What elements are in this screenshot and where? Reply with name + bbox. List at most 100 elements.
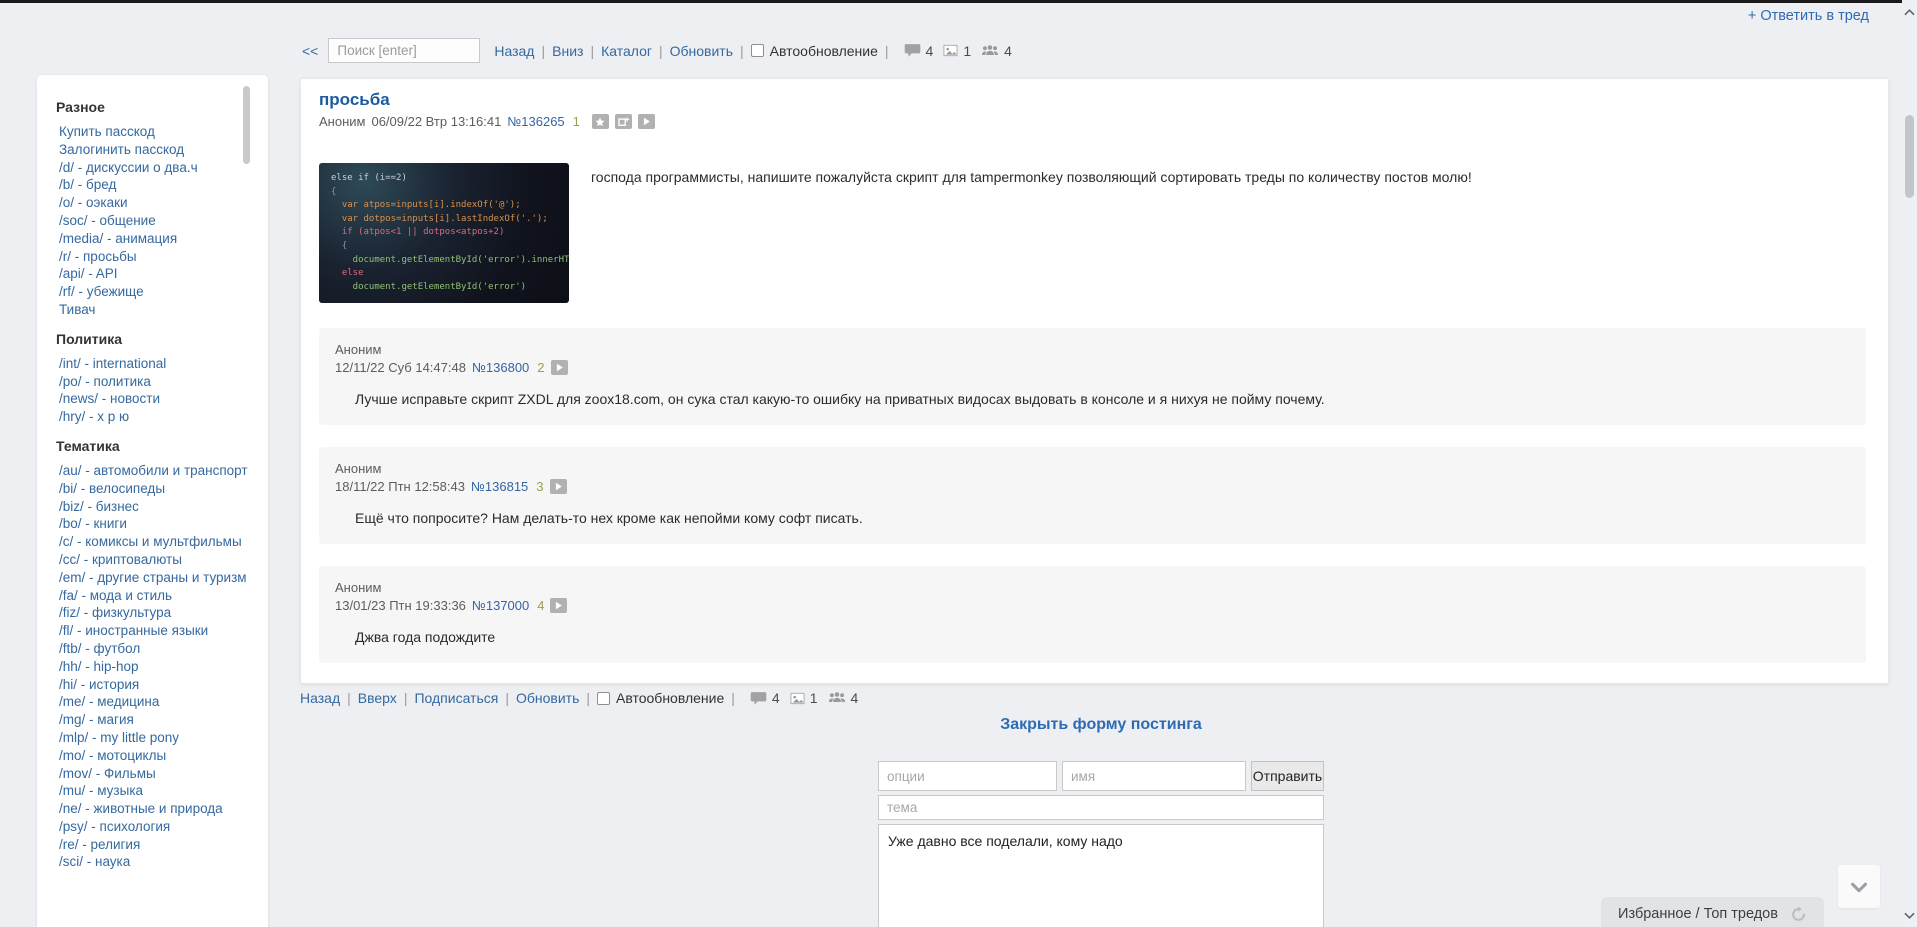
- reply-post-header: 18/11/22 Птн 12:58:43 №136815 3: [335, 477, 1850, 496]
- sidebar-board-link[interactable]: /fa/ - мода и стиль: [56, 587, 248, 605]
- reply-post: Аноним 13/01/23 Птн 19:33:36 №137000 4 Д…: [319, 566, 1866, 663]
- posts-count: 4: [925, 42, 934, 59]
- sidebar-board-link[interactable]: /b/ - бред: [56, 176, 248, 194]
- sidebar-board-link[interactable]: /mo/ - мотоциклы: [56, 747, 248, 765]
- sidebar-board-link[interactable]: /mg/ - магия: [56, 711, 248, 729]
- sidebar-board-link[interactable]: /api/ - API: [56, 265, 248, 283]
- sidebar-scrollbar-thumb[interactable]: [243, 86, 250, 164]
- sidebar-section: Тематика /au/ - автомобили и транспорт /…: [56, 438, 248, 871]
- post-number-link[interactable]: №137000: [472, 596, 529, 615]
- sidebar-board-link[interactable]: /hry/ - х р ю: [56, 408, 248, 426]
- post-date: 06/09/22 Втр 13:16:41: [371, 114, 502, 129]
- sidebar-board-link[interactable]: /bo/ - книги: [56, 515, 248, 533]
- sidebar-board-link[interactable]: /au/ - автомобили и транспорт: [56, 462, 248, 480]
- bottom-link-back[interactable]: Назад: [300, 690, 340, 706]
- expand-post-button[interactable]: [550, 360, 568, 375]
- sidebar-board-link[interactable]: /mu/ - музыка: [56, 782, 248, 800]
- comment-textarea[interactable]: Уже давно все поделали, кому надо: [878, 824, 1324, 927]
- sidebar-board-link[interactable]: /mlp/ - my little pony: [56, 729, 248, 747]
- favorite-star-button[interactable]: [591, 114, 609, 129]
- sidebar-board-link[interactable]: /hh/ - hip-hop: [56, 658, 248, 676]
- sidebar-board-link[interactable]: /news/ - новости: [56, 390, 248, 408]
- sidebar-board-link[interactable]: /cc/ - криптовалюты: [56, 551, 248, 569]
- bottom-link-refresh[interactable]: Обновить: [516, 690, 579, 706]
- page-scrollbar-thumb[interactable]: [1905, 115, 1914, 198]
- thread-stats: 4 1 4: [750, 690, 863, 706]
- sidebar-board-link[interactable]: /sci/ - наука: [56, 853, 248, 871]
- play-icon: [643, 117, 650, 126]
- chevron-down-icon: [1851, 882, 1867, 892]
- thread-title: просьба: [319, 90, 390, 109]
- favorites-top-threads-bar[interactable]: Избранное / Топ тредов: [1601, 897, 1824, 927]
- name-field[interactable]: [1062, 761, 1246, 791]
- toolbar-link-catalog[interactable]: Каталог: [601, 43, 652, 59]
- sidebar-board-link[interactable]: /fl/ - иностранные языки: [56, 622, 248, 640]
- toolbar-link-back[interactable]: Назад: [494, 43, 534, 59]
- thread-bottom-bar: Назад | Вверх | Подписаться | Обновить |…: [300, 690, 863, 706]
- sidebar-board-link[interactable]: /ne/ - животные и природа: [56, 800, 248, 818]
- op-image-thumbnail[interactable]: else if (i==2) { var atpos=inputs[i].ind…: [319, 163, 569, 303]
- reply-to-thread-link[interactable]: + Ответить в тред: [1748, 8, 1869, 24]
- separator: |: [347, 690, 351, 706]
- close-posting-form-link[interactable]: Закрыть форму постинга: [878, 716, 1324, 734]
- sidebar-board-link[interactable]: /c/ - комиксы и мультфильмы: [56, 533, 248, 551]
- collapse-search-link[interactable]: <<: [302, 43, 318, 59]
- post-text: господа программисты, напишите пожалуйст…: [591, 169, 1472, 185]
- scroll-to-bottom-button[interactable]: [1838, 865, 1880, 908]
- sidebar-board-link[interactable]: /em/ - другие страны и туризм: [56, 569, 248, 587]
- expand-post-button[interactable]: [549, 479, 567, 494]
- expand-post-button[interactable]: [637, 114, 655, 129]
- sidebar-board-link[interactable]: /biz/ - бизнес: [56, 498, 248, 516]
- op-post-header: Аноним 06/09/22 Втр 13:16:41 №136265 1: [319, 114, 1866, 129]
- op-post-body: else if (i==2) { var atpos=inputs[i].ind…: [319, 163, 1866, 303]
- post-author: Аноним: [335, 342, 382, 357]
- search-input[interactable]: [328, 38, 481, 63]
- sidebar-board-link[interactable]: /int/ - international: [56, 355, 248, 373]
- separator: |: [658, 42, 663, 59]
- hide-post-button[interactable]: [614, 114, 632, 129]
- sidebar-board-link[interactable]: /me/ - медицина: [56, 693, 248, 711]
- bottom-link-up[interactable]: Вверх: [358, 690, 397, 706]
- sidebar-board-link[interactable]: /d/ - дискуссии о два.ч: [56, 159, 248, 177]
- toolbar-link-refresh[interactable]: Обновить: [670, 43, 733, 59]
- post-number-link[interactable]: №136800: [472, 358, 529, 377]
- autoupdate-checkbox[interactable]: [750, 44, 764, 57]
- scroll-down-arrow[interactable]: [1902, 907, 1917, 924]
- code-line: document.getElementById('error').innerHT…: [331, 254, 569, 265]
- code-line: {: [331, 240, 348, 251]
- subject-field[interactable]: [878, 795, 1324, 820]
- post-number-link[interactable]: №136265: [507, 114, 564, 129]
- page-scrollbar[interactable]: [1902, 0, 1917, 927]
- separator: |: [505, 690, 509, 706]
- play-icon: [556, 601, 563, 610]
- sidebar-board-link[interactable]: /media/ - анимация: [56, 230, 248, 248]
- submit-button[interactable]: Отправить: [1251, 761, 1324, 791]
- sidebar-board-link[interactable]: /fiz/ - физкультура: [56, 604, 248, 622]
- expand-post-button[interactable]: [550, 598, 568, 613]
- autoupdate-checkbox[interactable]: [597, 691, 611, 705]
- sidebar-board-link[interactable]: /psy/ - психология: [56, 818, 248, 836]
- code-line: document.getElementById('error'): [331, 281, 527, 292]
- separator: |: [884, 42, 889, 59]
- separator: |: [403, 690, 408, 706]
- sidebar-board-link[interactable]: Тивач: [56, 301, 248, 319]
- sidebar-board-link[interactable]: Купить пасскод: [56, 123, 248, 141]
- posting-form-row: Отправить: [878, 761, 1324, 791]
- sidebar-board-link[interactable]: /bi/ - велосипеды: [56, 480, 248, 498]
- sidebar-board-link[interactable]: /soc/ - общение: [56, 212, 248, 230]
- sidebar-board-link[interactable]: /r/ - просьбы: [56, 248, 248, 266]
- sidebar-board-link[interactable]: Залогинить пасскод: [56, 141, 248, 159]
- post-number-link[interactable]: №136815: [471, 477, 528, 496]
- sidebar-board-link[interactable]: /rf/ - убежище: [56, 283, 248, 301]
- sidebar-board-link[interactable]: /ftb/ - футбол: [56, 640, 248, 658]
- bottom-link-subscribe[interactable]: Подписаться: [414, 690, 498, 706]
- toolbar-link-down[interactable]: Вниз: [552, 43, 583, 59]
- sidebar-board-link[interactable]: /hi/ - история: [56, 676, 248, 694]
- sidebar-board-link[interactable]: /o/ - оэкаки: [56, 194, 248, 212]
- sidebar-board-link[interactable]: /po/ - политика: [56, 373, 248, 391]
- posters-icon: [828, 692, 845, 703]
- sidebar-board-link[interactable]: /re/ - религия: [56, 836, 248, 854]
- options-field[interactable]: [878, 761, 1057, 791]
- sidebar-board-link[interactable]: /mov/ - Фильмы: [56, 765, 248, 783]
- scroll-up-arrow[interactable]: [1902, 3, 1917, 20]
